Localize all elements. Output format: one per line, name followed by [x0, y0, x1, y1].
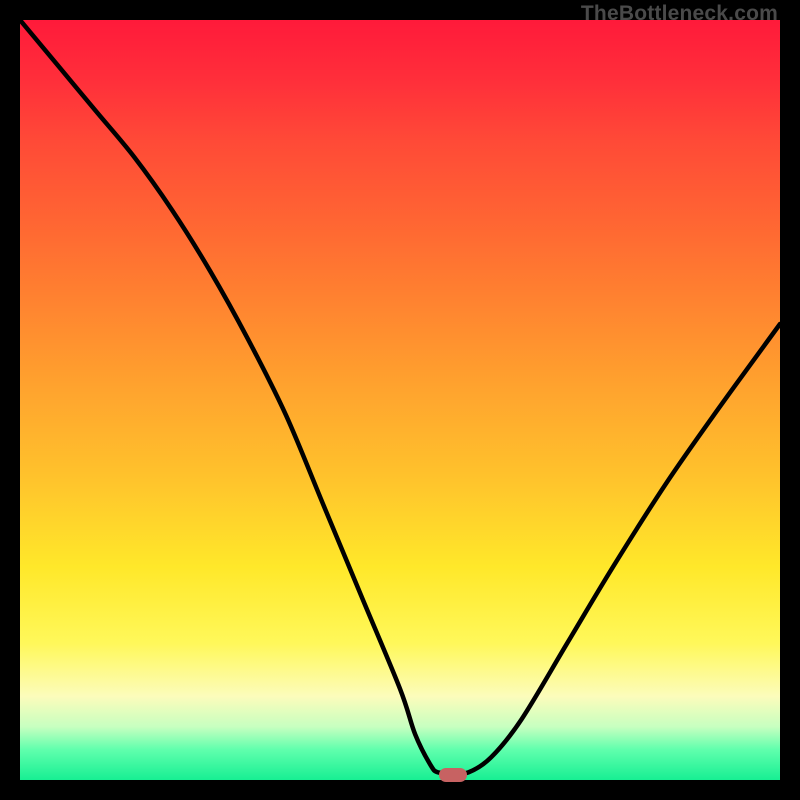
bottleneck-curve [20, 20, 780, 780]
plot-area [20, 20, 780, 780]
chart-frame: TheBottleneck.com [0, 0, 800, 800]
optimal-point-marker [439, 768, 467, 782]
